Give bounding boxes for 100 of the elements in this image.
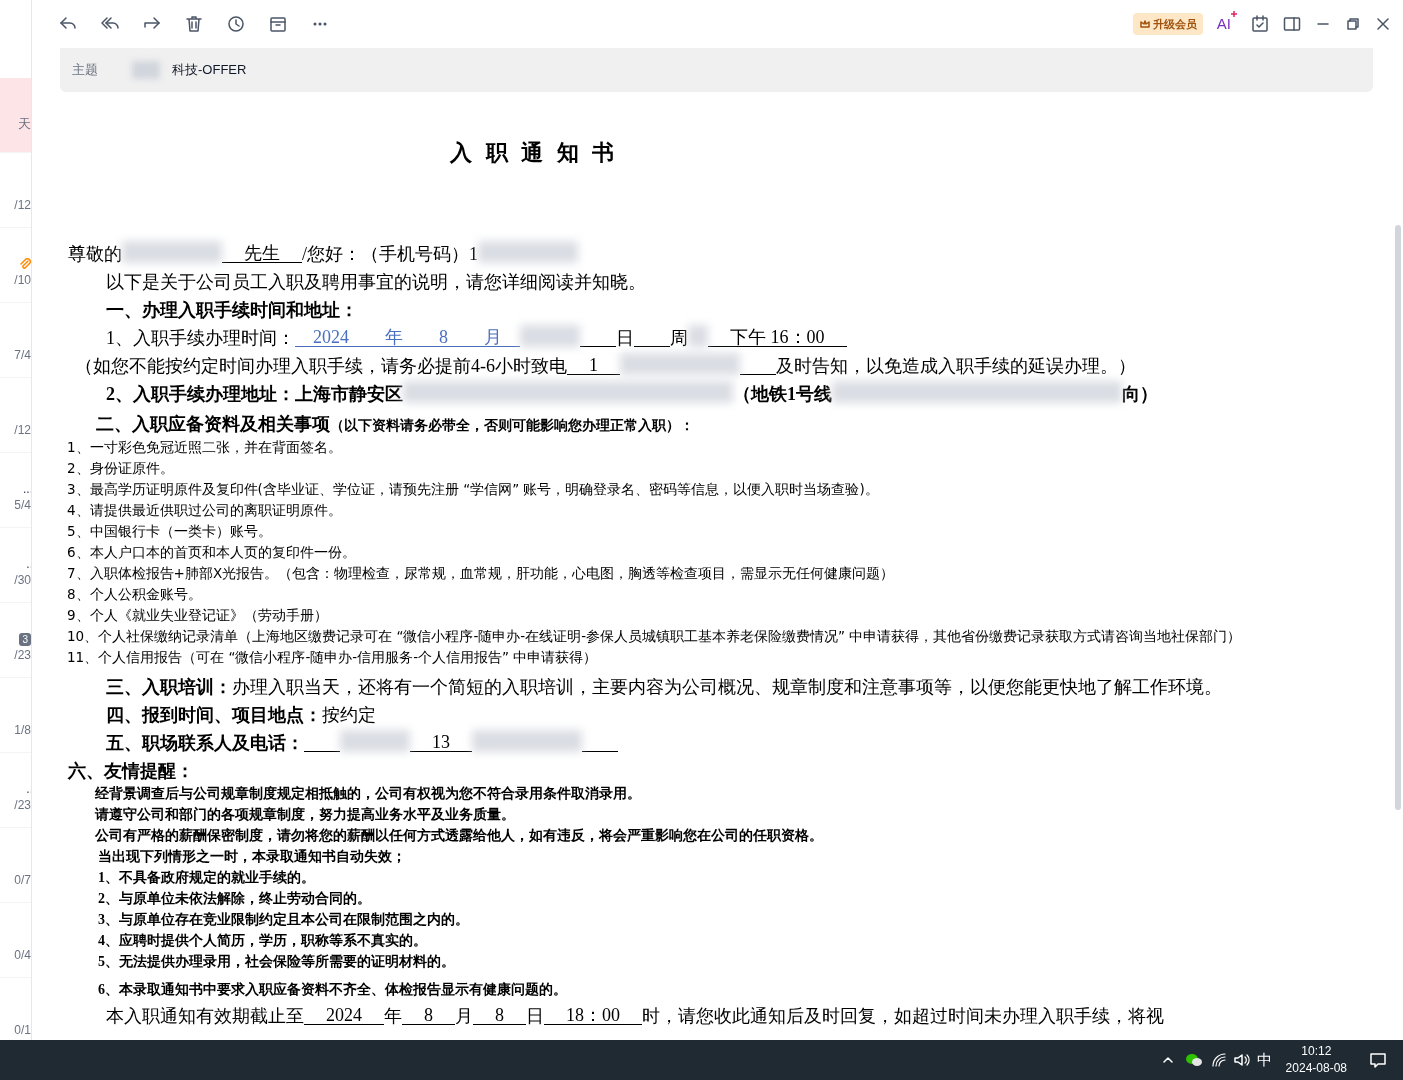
document-text: 2、身份证原件。 [67,461,174,475]
mail-list-item[interactable]: 7/4 [0,303,31,378]
document-text: 向） [1122,385,1158,403]
filled-blank: 2024 [304,1006,384,1025]
filled-blank: 18：00 [544,1006,642,1025]
document-text: 2、与原单位未依法解除，终止劳动合同的。 [98,892,371,906]
document-text: （如您不能按约定时间办理入职手续，请务必提前4-6小时致电 [75,357,567,375]
filled-blank: 先生 [222,244,302,263]
document-text: 当出现下列情形之一时，本录取通知书自动失效； [98,850,406,864]
notification-icon[interactable] [1369,1051,1387,1069]
mail-list-item[interactable]: 0/7 [0,828,31,903]
input-method-indicator[interactable]: 中 [1256,1048,1272,1072]
mail-date: 0/7 [14,872,31,888]
document-text: 4、请提供最近供职过公司的离职证明原件。 [67,503,342,517]
document-text: 6、本录取通知书中要求入职应备资料不齐全、体检报告显示有健康问题的。 [98,983,567,997]
document-text: 7、入职体检报告+肺部X光报告。（包含：物理检查，尿常规，血常规，肝功能，心电图，胸透等检查项目，需显示无任何健康问题） [67,566,895,580]
document-text: 3、最高学历证明原件及复印件(含毕业证、学位证，请预先注册 “学信网” 账号，明确登录名、密码等信息，以便入职时当场查验)。 [67,482,879,496]
document-text: 6、本人户口本的首页和本人页的复印件一份。 [67,545,356,559]
document-text: 年 [384,1007,402,1025]
mail-date: 1/8 [14,722,31,738]
filled-blank: 8 [402,1006,455,1025]
document-text: 1、一寸彩色免冠近照二张，并在背面签名。 [67,440,342,454]
taskbar-clock[interactable]: 10:12 2024-08-08 [1285,1043,1347,1077]
document-text: 三、入职培训：办理入职当天，还将有一个简短的入职培训，主要内容为公司概况、规章制度和注意事项等，以便您能更快地了解工作环境。 [106,678,1222,696]
archive-icon[interactable] [268,14,288,34]
mail-list-item[interactable]: 0/4 [0,903,31,978]
document-text: 3、与原单位存在竞业限制约定且本公司在限制范围之内的。 [98,913,469,927]
document-text: 5、无法提供办理录用，社会保险等所需要的证明材料的。 [98,955,455,969]
document-text: 2、入职手续办理地址：上海市静安区 [106,385,403,403]
document-text: 1、不具备政府规定的就业手续的。 [98,871,315,885]
document-text: 及时告知，以免造成入职手续的延误办理。） [776,357,1136,375]
sparkle-icon [1231,10,1237,17]
mail-snippet: .. [26,556,31,572]
mail-date: /10 [14,272,31,288]
mail-date: 0/4 [14,947,31,963]
count-badge: 3 [19,633,31,646]
mail-list-item[interactable]: .. /30 [0,528,31,603]
document-text: 月 [455,1007,473,1025]
subject-text: 科技-OFFER [172,61,247,80]
mail-list-item[interactable]: /10 [0,228,31,303]
document-text: （以下资料请务必带全，否则可能影响您办理正常入职）： [330,419,694,433]
document-text: 日 [616,329,634,347]
document-title: 入 职 通 知 书 [449,139,619,166]
sidebar-icon[interactable] [1283,15,1301,33]
mail-snippet: ... [23,481,31,497]
crown-icon [1138,18,1151,30]
document-text: 8、个人公积金账号。 [67,587,202,601]
mail-list-item[interactable]: 天 [0,78,31,153]
filled-blank: 8 [421,328,466,347]
close-icon[interactable] [1375,16,1391,32]
mail-date: 5/4 [14,497,31,513]
document-text: （地铁1号线 [733,385,832,403]
document-text: 4、应聘时提供个人简历，学历，职称等系不真实的。 [98,934,427,948]
redaction-blur [520,325,580,347]
document-text: 六、友情提醒： [68,762,194,780]
scrollbar[interactable] [1395,225,1401,810]
mail-date: /30 [14,572,31,588]
document-text: /您好：（手机号码）1 [302,245,478,263]
document-text: 日 [526,1007,544,1025]
redaction-blur [132,61,160,79]
filled-blank: 8 [473,1006,526,1025]
document-text: 尊敬的 [68,245,122,263]
upgrade-button[interactable]: 升级会员 [1132,13,1203,35]
mail-list-item[interactable]: /12 [0,153,31,228]
filled-blank: 下午 16：00 [708,328,847,347]
mail-list-item[interactable]: .. /23 [0,753,31,828]
restore-icon[interactable] [1345,16,1361,32]
document-text: 一、办理入职手续时间和地址： [106,301,358,319]
mail-list-item[interactable]: 3 /23 [0,603,31,678]
field-label: 主题 [72,61,99,80]
mail-date: 天 [18,116,31,132]
document-text: 9、个人《就业失业登记证》（劳动手册） [67,608,328,622]
chat-app-icon[interactable] [1184,1052,1203,1068]
document-text: 1、入职手续办理时间： [106,329,295,347]
document-text: 经背景调查后与公司规章制度规定相抵触的，公司有权视为您不符合录用条件取消录用。 [95,787,641,801]
document-text: 时，请您收此通知后及时回复，如超过时间未办理入职手续，将视 [642,1007,1164,1025]
mail-date: 7/4 [14,347,31,363]
calendar-check-icon[interactable] [1251,15,1269,33]
document-text: 五、职场联系人及电话： [106,734,304,752]
mail-list-item[interactable]: ... 5/4 [0,453,31,528]
mail-list-item[interactable]: /12 [0,378,31,453]
redaction-blur [688,325,708,347]
trash-icon[interactable] [184,14,204,34]
mail-date: /23 [14,797,31,813]
document-text: 10、个人社保缴纳记录清单（上海地区缴费记录可在 “微信小程序-随申办-在线证明-参保人员城镇职工基本养老保险缴费情况” 中申请获得，其他省份缴费记录获取方式请咨询当地社保部门） [67,629,1242,643]
ai-button[interactable]: AI [1216,12,1237,36]
wifi-icon[interactable] [1210,1052,1227,1068]
mail-date: 0/1 [14,1022,31,1038]
document-text: 本入职通知有效期截止至 [106,1007,304,1025]
mail-date: /12 [14,422,31,438]
mail-date: /23 [14,647,31,663]
document-text: 以下是关于公司员工入职及聘用事宜的说明，请您详细阅读并知晓。 [106,273,646,291]
mail-list-item[interactable]: 1/8 [0,678,31,753]
redaction-blur [340,730,410,752]
speaker-icon[interactable] [1232,1052,1251,1068]
document-text: 11、个人信用报告（可在 “微信小程序-随申办-信用服务-个人信用报告” 中申请获得） [67,650,598,664]
document-text: 二、入职应备资料及相关事项 [96,415,330,433]
document-text: 请遵守公司和部门的各项规章制度，努力提高业务水平及业务质量。 [95,808,515,822]
clock-icon[interactable] [226,14,246,34]
filled-blank: 2024 [295,328,367,347]
